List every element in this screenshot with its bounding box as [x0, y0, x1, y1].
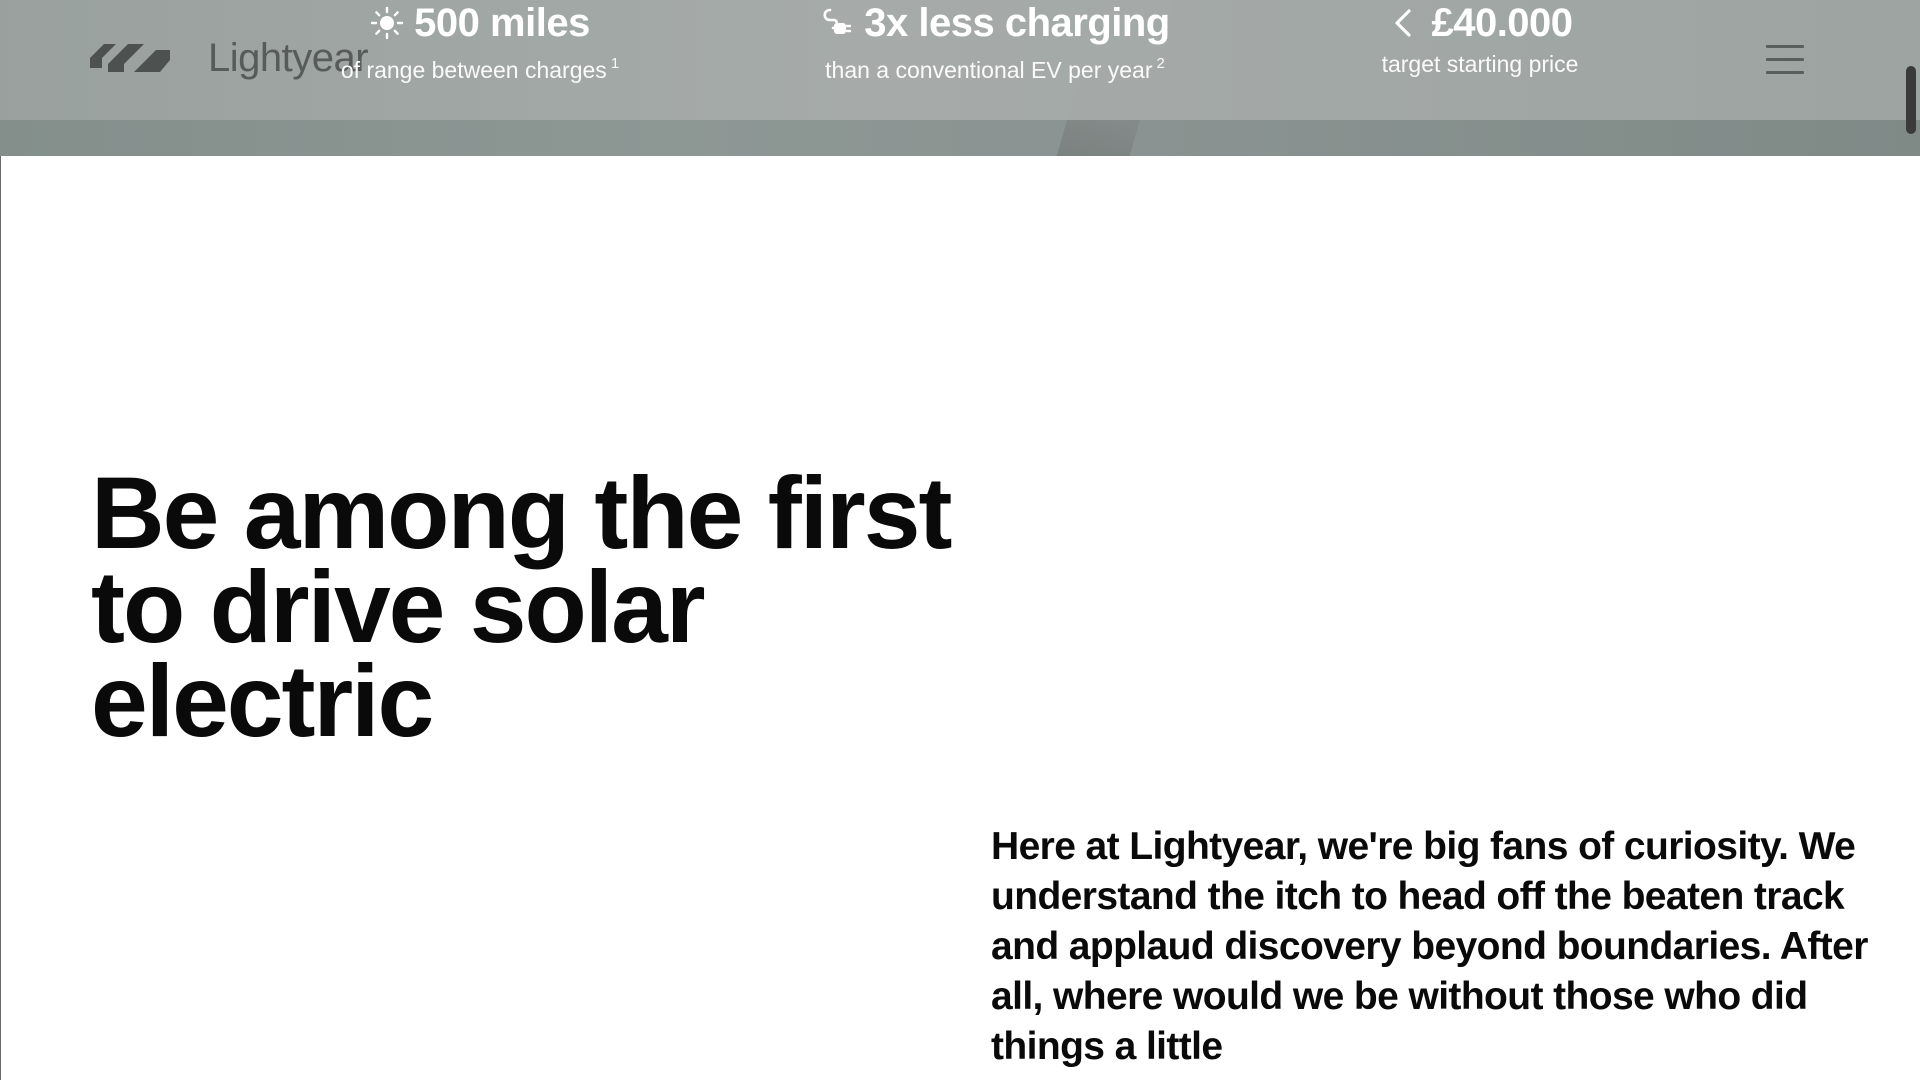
- stat-value: 500 miles: [414, 1, 590, 45]
- stat-description: target starting price: [1381, 51, 1579, 77]
- lightyear-logo-icon: [90, 44, 170, 72]
- page-headline: Be among the first to drive solar electr…: [91, 456, 952, 758]
- stat-value: 3x less charging: [864, 1, 1170, 45]
- left-border-line: [0, 156, 1, 1080]
- footnote-marker: 2: [1156, 55, 1165, 72]
- intro-paragraph: Here at Lightyear, we're big fans of cur…: [991, 825, 1868, 1068]
- hamburger-menu-icon: [1766, 45, 1804, 48]
- stat-value: £40.000: [1431, 1, 1573, 45]
- footnote-marker: 1: [610, 55, 620, 72]
- brand-logo-link[interactable]: Lightyear: [90, 34, 369, 82]
- menu-button[interactable]: [1762, 40, 1816, 80]
- charging-plug-icon: [823, 8, 852, 34]
- stat-price: £40.000 target starting price: [1350, 0, 1610, 79]
- top-navigation: Lightyear 500 miles of range between cha…: [0, 0, 1920, 120]
- stat-description: of range between charges 1: [340, 55, 620, 83]
- sun-icon: [370, 6, 404, 40]
- stat-charging: 3x less charging than a conventional EV …: [810, 0, 1180, 85]
- less-than-icon: [1395, 9, 1412, 37]
- stat-range: 500 miles of range between charges 1: [330, 0, 630, 85]
- stat-description: than a conventional EV per year 2: [825, 55, 1165, 83]
- scrollbar-thumb[interactable]: [1906, 66, 1916, 134]
- page: Lightyear 500 miles of range between cha…: [0, 0, 1920, 1080]
